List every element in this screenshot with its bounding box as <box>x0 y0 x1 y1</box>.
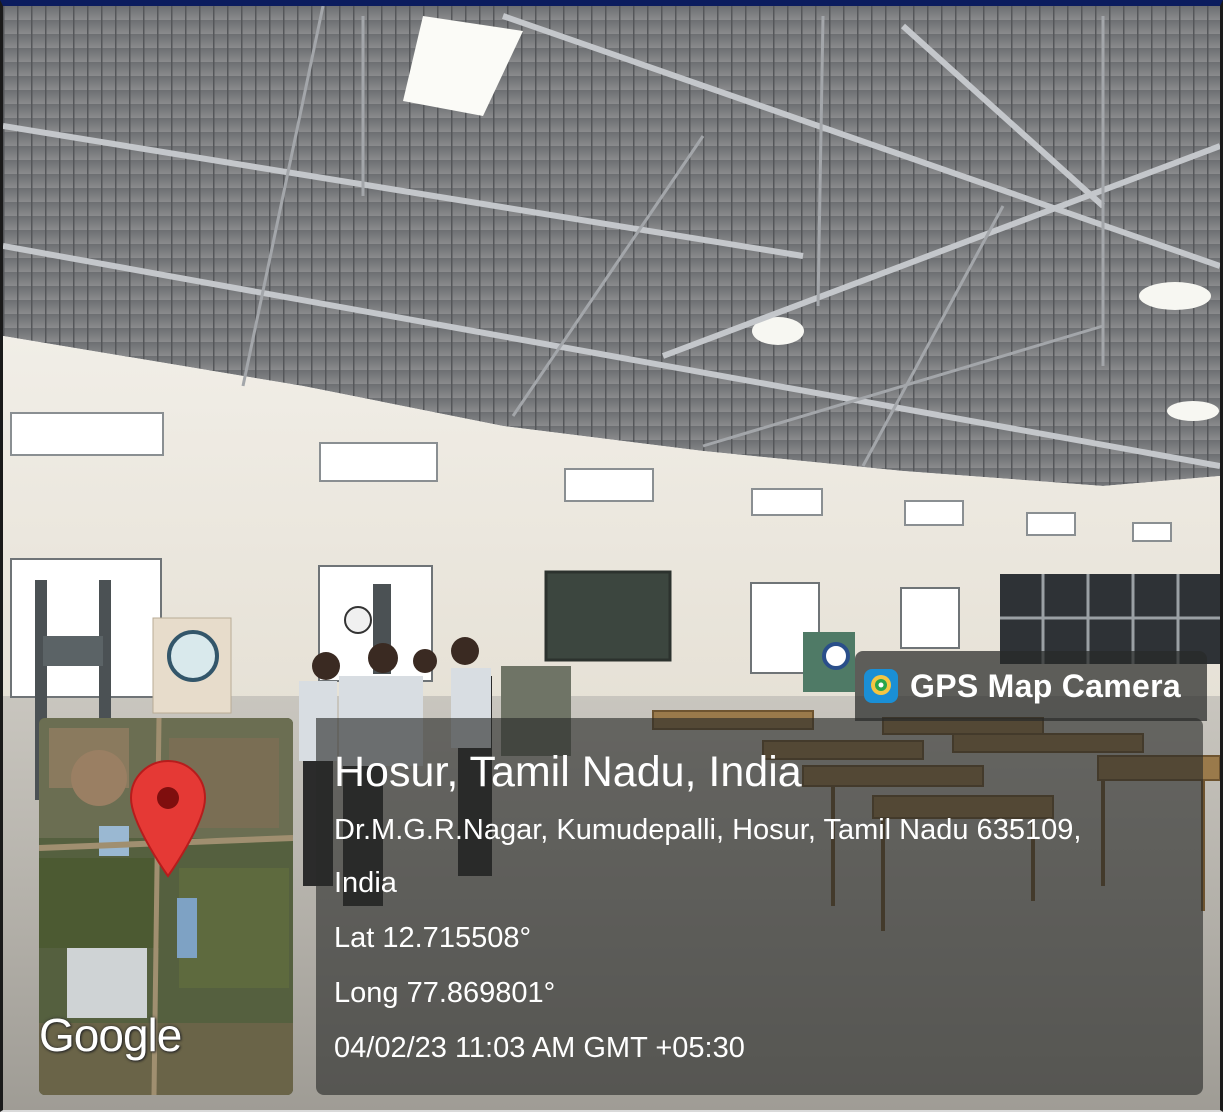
app-badge: GPS Map Camera <box>855 651 1207 721</box>
latitude: Lat 12.715508° <box>334 922 532 954</box>
location-info-card: Hosur, Tamil Nadu, India Dr.M.G.R.Nagar,… <box>316 718 1203 1095</box>
gps-map-camera-app-icon <box>864 669 898 703</box>
map-thumbnail: Google <box>39 718 293 1095</box>
map-pin-icon <box>129 759 207 878</box>
location-city: Hosur, Tamil Nadu, India <box>334 748 802 796</box>
address-line-2: India <box>334 867 397 899</box>
datetime-stamp: 04/02/23 11:03 AM GMT +05:30 <box>334 1032 745 1064</box>
photo-frame: Google GPS Map Camera Hosur, Tamil Nadu,… <box>0 0 1223 1112</box>
longitude: Long 77.869801° <box>334 977 556 1009</box>
google-logo: Google <box>39 1009 182 1061</box>
address-line-1: Dr.M.G.R.Nagar, Kumudepalli, Hosur, Tami… <box>334 814 1082 846</box>
app-title: GPS Map Camera <box>910 667 1181 704</box>
